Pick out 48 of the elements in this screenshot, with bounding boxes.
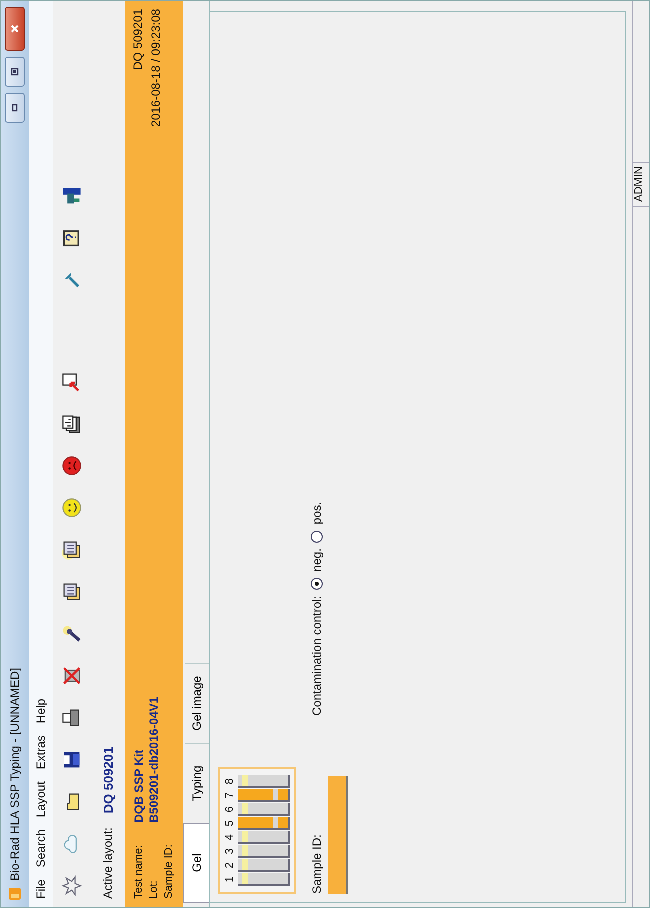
field-label: Sample ID: (162, 844, 174, 899)
active-layout-value: DQ 509201 (100, 747, 116, 814)
field-value: B509201-db2016-04V1 (146, 696, 160, 823)
field-label: Lot: (148, 880, 160, 899)
menu-item[interactable]: File (34, 880, 48, 899)
menu-item[interactable]: Extras (34, 736, 48, 770)
app-icon (8, 887, 22, 901)
maximize-button[interactable] (5, 57, 25, 87)
field-label: Test name: (132, 844, 144, 899)
sad-face-icon[interactable] (61, 455, 83, 477)
radio-button[interactable] (311, 578, 323, 590)
lane-number: 8 (224, 777, 237, 787)
active-layout-label: Active layout: (101, 828, 115, 899)
contamination-control-label: Contamination control: (310, 596, 324, 716)
user-status: ADMIN (633, 162, 649, 206)
close-icon (10, 24, 20, 34)
tab[interactable]: Gel image (185, 663, 209, 743)
minimize-button[interactable] (5, 93, 25, 123)
timestamp: 2016-08-18 / 09:23:08 (149, 9, 163, 128)
radio-button[interactable] (311, 530, 323, 543)
lane-number: 1 (224, 875, 237, 885)
tab[interactable]: Typing (185, 743, 209, 823)
menu-item[interactable]: Search (34, 830, 48, 868)
smiley-icon[interactable] (61, 497, 83, 519)
window-title: Bio-Rad HLA SSP Typing - [UNNAMED] (8, 668, 22, 881)
input-field[interactable] (328, 776, 348, 894)
starburst-icon[interactable] (61, 875, 83, 897)
lane-number: 4 (224, 833, 237, 843)
close-button[interactable] (5, 7, 25, 51)
minimize-icon (10, 103, 20, 113)
gel-sheet-icon[interactable] (61, 539, 83, 561)
radio-label: pos. (310, 502, 324, 525)
lane-number: 5 (224, 819, 237, 829)
report-stack-icon[interactable] (61, 413, 83, 435)
lane-number: 7 (224, 791, 237, 801)
gel-sheet-icon[interactable] (61, 581, 83, 603)
tab[interactable]: Gel (183, 823, 209, 903)
lane-number: 3 (224, 847, 237, 857)
test-code: DQ 509201 (131, 9, 145, 70)
delete-icon[interactable] (61, 665, 83, 687)
sample-id-label: Sample ID: (310, 834, 324, 894)
field-value: DQB SSP Kit (132, 750, 146, 823)
lane-number: 2 (224, 861, 237, 871)
maximize-icon (10, 67, 20, 77)
menu-item[interactable]: Layout (34, 782, 48, 818)
radio-label: neg. (310, 548, 324, 572)
lane-number: 6 (224, 805, 237, 815)
menu-item[interactable]: Help (34, 698, 48, 724)
